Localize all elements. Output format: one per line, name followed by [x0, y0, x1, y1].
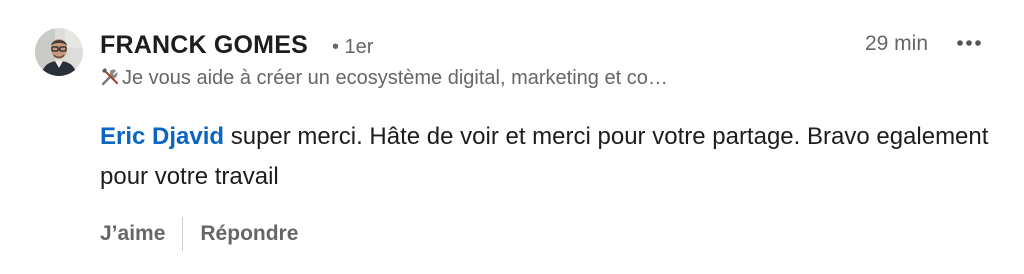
more-horizontal-icon: [957, 40, 981, 46]
reply-button[interactable]: Répondre: [200, 222, 298, 246]
comment-text: Eric Djavid super merci. Hâte de voir et…: [100, 117, 1000, 197]
comment-card: FRANCK GOMES • 1er Je vous aide à créer …: [0, 0, 1024, 274]
more-options-button[interactable]: [952, 30, 986, 56]
comment-actions: J’aime Répondre: [100, 216, 298, 252]
like-button[interactable]: J’aime: [100, 222, 165, 246]
comment-timestamp: 29 min: [864, 32, 928, 55]
author-name[interactable]: FRANCK GOMES: [100, 31, 308, 60]
author-headline: Je vous aide à créer un ecosystème digit…: [100, 67, 820, 93]
connection-degree: • 1er: [332, 36, 374, 58]
actions-divider: [182, 217, 184, 251]
author-avatar[interactable]: [35, 28, 83, 76]
comment-body-text: super merci. Hâte de voir et merci pour …: [100, 123, 989, 190]
tools-icon: [100, 67, 122, 93]
mention-link[interactable]: Eric Djavid: [100, 123, 224, 150]
avatar-image: [35, 28, 83, 76]
headline-text: Je vous aide à créer un ecosystème digit…: [122, 67, 668, 89]
